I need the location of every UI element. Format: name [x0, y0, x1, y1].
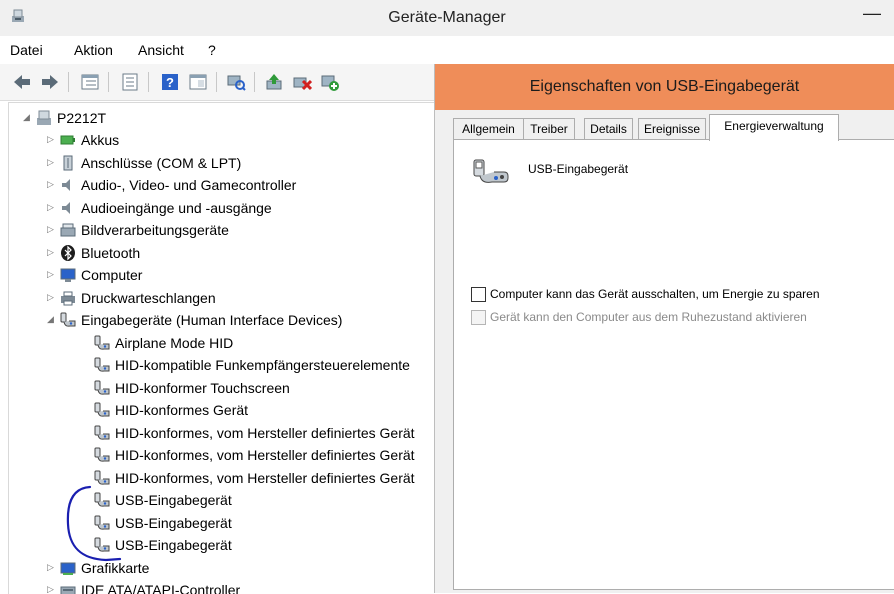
toolbar-separator: [254, 72, 255, 92]
hid-icon: [60, 312, 76, 327]
toolbar-separator: [68, 72, 69, 92]
tree-item-label: Bluetooth: [81, 244, 141, 261]
svg-text:?: ?: [166, 75, 174, 90]
tree-item-label: Druckwarteschlangen: [81, 289, 216, 306]
tab-energieverwaltung[interactable]: Energieverwaltung: [709, 114, 839, 141]
tree-item-label: Anschlüsse (COM & LPT): [81, 154, 242, 171]
collapsed-arrow-icon[interactable]: ▷: [47, 202, 57, 212]
update-driver-icon[interactable]: [264, 72, 284, 92]
hid-icon: [94, 537, 110, 552]
hid-icon: [94, 425, 110, 440]
back-icon[interactable]: [12, 72, 32, 92]
collapsed-arrow-icon[interactable]: ▷: [47, 224, 57, 234]
battery-icon: [60, 135, 75, 145]
tab-ereignisse[interactable]: Ereignisse: [638, 118, 706, 140]
menu-datei[interactable]: Datei: [10, 42, 43, 58]
properties-dialog: Eigenschaften von USB-Eingabegerät Allge…: [435, 64, 894, 593]
toolbar-separator: [108, 72, 109, 92]
allow-power-off-label: Computer kann das Gerät ausschalten, um …: [490, 287, 820, 301]
window-title: Geräte-Manager: [388, 9, 506, 26]
expanded-arrow-icon[interactable]: ◢: [23, 112, 33, 122]
help-icon[interactable]: ?: [160, 72, 180, 92]
allow-wake-checkbox: [471, 310, 486, 325]
bluetooth-icon: [61, 244, 75, 261]
collapsed-arrow-icon[interactable]: ▷: [47, 134, 57, 144]
printer-icon: [61, 291, 75, 305]
tree-item-label: USB-Eingabegerät: [115, 514, 232, 531]
tab-treiber[interactable]: Treiber: [523, 118, 575, 140]
tree-item-label: HID-konformer Touchscreen: [115, 379, 290, 396]
minimize-button[interactable]: —: [860, 2, 884, 26]
menu-bar: Datei Aktion Ansicht ?: [0, 36, 894, 64]
tree-item-label: Audioeingänge und -ausgänge: [81, 199, 272, 216]
hid-icon: [94, 515, 110, 530]
hid-icon: [94, 380, 110, 395]
scanner-icon: [60, 223, 76, 237]
usb-input-device-icon: [473, 159, 509, 183]
tab-details[interactable]: Details: [584, 118, 633, 140]
add-legacy-icon[interactable]: [320, 72, 340, 92]
tree-item-label: IDE ATA/ATAPI-Controller: [81, 582, 241, 594]
device-tree[interactable]: ◢ P2212T ▷ Akkus ▷ Anschlüsse (COM & LPT) ▷ A…: [8, 102, 435, 594]
tree-item-label: USB-Eingabegerät: [115, 492, 232, 508]
hid-icon: [94, 470, 110, 485]
tree-item-label: HID-konformes, vom Hersteller definierte…: [115, 447, 415, 463]
display-adapter-icon: [60, 562, 76, 575]
hid-icon: [94, 357, 110, 372]
power-management-panel: USB-Eingabegerät Computer kann das Gerät…: [453, 139, 894, 590]
uninstall-device-icon[interactable]: [292, 72, 312, 92]
computer-icon: [60, 268, 76, 282]
show-details-icon[interactable]: [120, 72, 140, 92]
hid-icon: [94, 335, 110, 350]
collapsed-arrow-icon[interactable]: ▷: [47, 179, 57, 189]
tree-item-label: HID-kompatible Funkempfängersteuerelemen…: [115, 357, 410, 373]
properties-grid-icon[interactable]: [80, 72, 100, 92]
collapsed-arrow-icon[interactable]: ▷: [47, 157, 57, 167]
forward-icon[interactable]: [40, 72, 60, 92]
tree-item-label: HID-konformes, vom Hersteller definierte…: [115, 424, 415, 441]
tree-item-label: Computer: [81, 267, 143, 283]
hid-icon: [94, 402, 110, 417]
toolbar-separator: [148, 72, 149, 92]
collapsed-arrow-icon[interactable]: ▷: [47, 292, 57, 302]
device-name: USB-Eingabegerät: [528, 162, 629, 176]
hid-icon: [94, 447, 110, 462]
tree-item-label: Bildverarbeitungsgeräte: [81, 222, 229, 238]
allow-power-off-checkbox[interactable]: [471, 287, 486, 302]
port-icon: [63, 155, 73, 170]
view-icon[interactable]: [188, 72, 208, 92]
tree-item-label: Grafikkarte: [81, 559, 150, 576]
toolbar: ?: [0, 64, 434, 101]
hid-icon: [94, 492, 110, 507]
expanded-arrow-icon[interactable]: ◢: [47, 314, 57, 324]
allow-wake-label: Gerät kann den Computer aus dem Ruhezust…: [490, 310, 807, 324]
menu-ansicht[interactable]: Ansicht: [138, 42, 184, 58]
speaker-icon: [62, 179, 70, 191]
tree-item-label: USB-Eingabegerät: [115, 537, 232, 553]
collapsed-arrow-icon[interactable]: ▷: [47, 247, 57, 257]
scan-hardware-icon[interactable]: [226, 72, 246, 92]
tree-item-label: Airplane Mode HID: [115, 334, 234, 351]
tree-item-label: Akkus: [81, 132, 120, 148]
tree-item-label: Audio-, Video- und Gamecontroller: [81, 177, 297, 193]
tree-item-label: HID-konformes, vom Hersteller definierte…: [115, 469, 415, 486]
collapsed-arrow-icon[interactable]: ▷: [47, 269, 57, 279]
dialog-title: Eigenschaften von USB-Eingabegerät: [529, 78, 800, 95]
computer-root-icon: [37, 110, 51, 125]
dialog-title-bar: Eigenschaften von USB-Eingabegerät: [435, 64, 894, 110]
speaker-icon: [62, 201, 70, 214]
tree-item-label: Eingabegeräte (Human Interface Devices): [81, 312, 343, 328]
title-bar: Geräte-Manager —: [0, 0, 894, 36]
menu-aktion[interactable]: Aktion: [74, 42, 113, 58]
tree-item-label: HID-konformes Gerät: [115, 402, 249, 418]
toolbar-separator: [216, 72, 217, 92]
tab-allgemein[interactable]: Allgemein: [453, 118, 524, 140]
collapsed-arrow-icon[interactable]: ▷: [47, 562, 57, 572]
ide-controller-icon: [60, 586, 76, 594]
menu-help[interactable]: ?: [208, 42, 216, 58]
